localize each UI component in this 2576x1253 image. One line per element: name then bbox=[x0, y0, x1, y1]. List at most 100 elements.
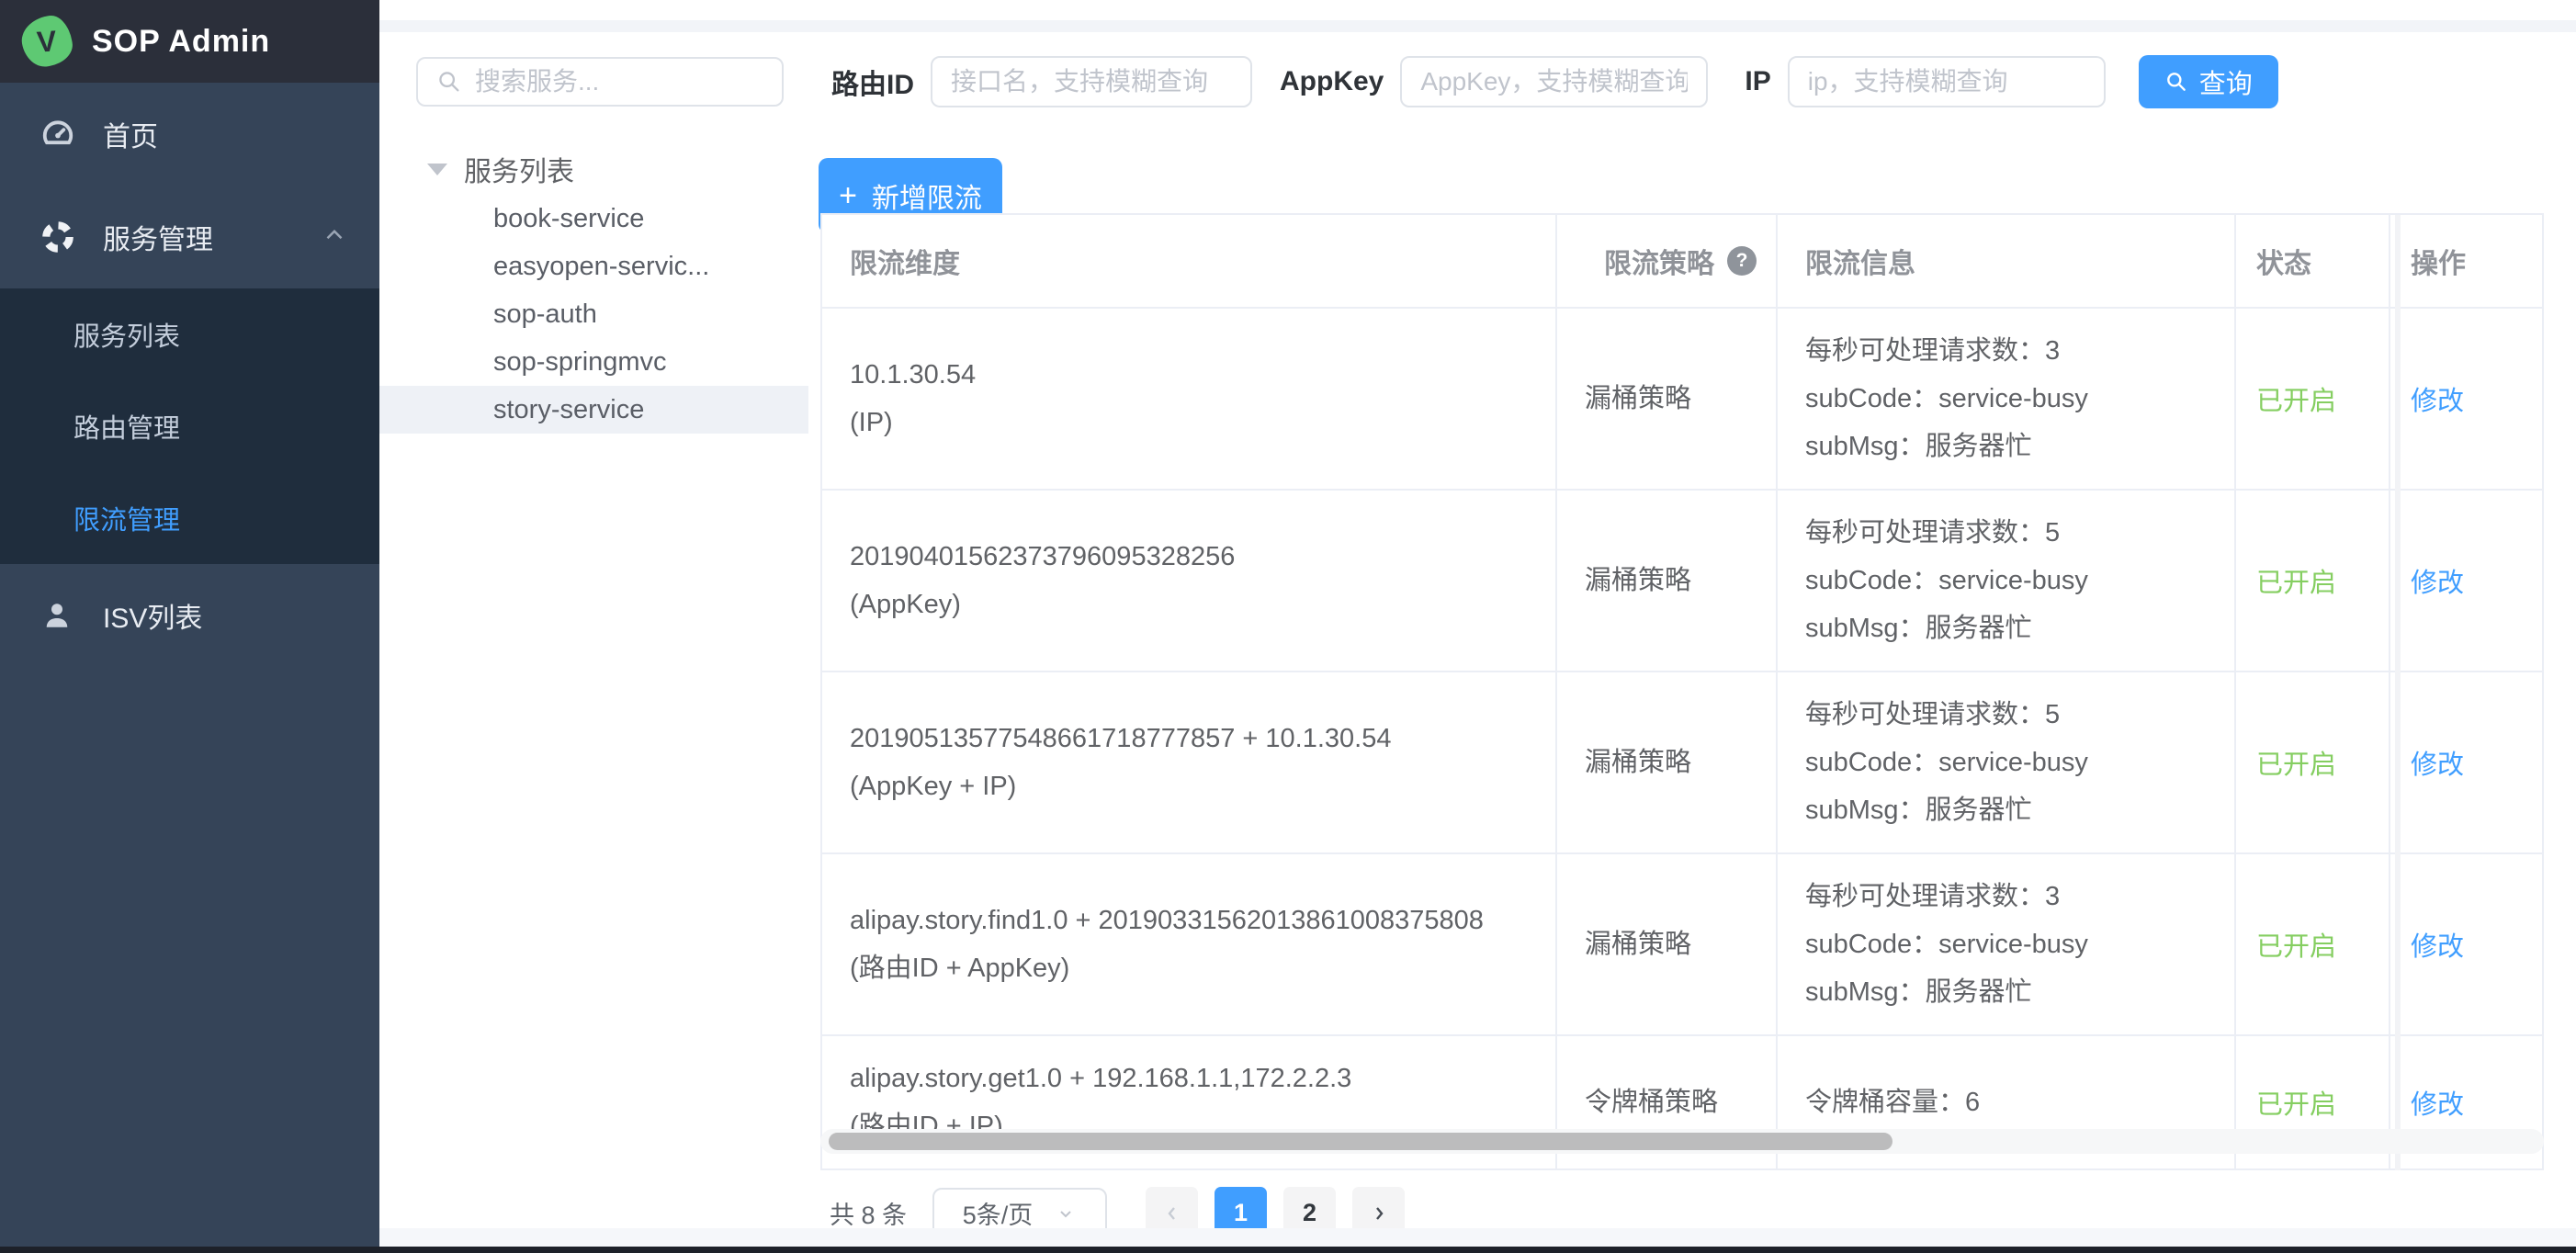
tree-root-node[interactable]: 服务列表 bbox=[427, 149, 574, 189]
app-title: SOP Admin bbox=[92, 24, 270, 60]
user-icon bbox=[40, 598, 75, 633]
status-badge: 已开启 bbox=[2256, 925, 2389, 964]
tree-root-label: 服务列表 bbox=[464, 149, 574, 189]
rate-limit-table: 限流维度 限流策略 ? 限流信息 状态 操作 10.1.30.54 (IP) 漏… bbox=[820, 213, 2544, 1170]
component-icon bbox=[40, 220, 75, 254]
edit-link[interactable]: 修改 bbox=[2411, 925, 2540, 964]
service-management-submenu: 服务列表 路由管理 限流管理 bbox=[0, 288, 379, 564]
tree-item-book-service[interactable]: book-service bbox=[379, 195, 808, 243]
ip-label: IP bbox=[1745, 66, 1770, 97]
limit-info-line: subMsg：服务器忙 bbox=[1805, 423, 2234, 470]
sidebar-item-service-management-label: 服务管理 bbox=[103, 217, 213, 257]
ip-input[interactable] bbox=[1788, 56, 2106, 107]
limit-info-line: 每秒可处理请求数：5 bbox=[1805, 509, 2234, 557]
route-id-label: 路由ID bbox=[831, 62, 914, 102]
appkey-input[interactable] bbox=[1400, 56, 1708, 107]
chevron-up-icon bbox=[321, 221, 348, 254]
limit-info-line: subCode：service-busy bbox=[1805, 557, 2234, 604]
tree-children: book-service easyopen-servic... sop-auth… bbox=[379, 195, 808, 434]
limit-info-line: subCode：service-busy bbox=[1805, 739, 2234, 786]
tree-item-sop-auth[interactable]: sop-auth bbox=[379, 290, 808, 338]
sidebar-item-service-list[interactable]: 服务列表 bbox=[0, 288, 379, 380]
sidebar-item-home[interactable]: 首页 bbox=[0, 83, 379, 186]
chevron-left-icon bbox=[1161, 1202, 1183, 1225]
limit-dimension-type: (AppKey + IP) bbox=[850, 762, 1555, 810]
limit-info-line: subMsg：服务器忙 bbox=[1805, 968, 2234, 1016]
sidebar-item-rate-limit-management[interactable]: 限流管理 bbox=[0, 472, 379, 564]
col-header-action: 操作 bbox=[2390, 215, 2540, 307]
limit-dimension: 20190513577548661718777857 + 10.1.30.54 bbox=[850, 715, 1555, 762]
app-logo: V bbox=[18, 13, 76, 71]
edit-link[interactable]: 修改 bbox=[2411, 379, 2540, 418]
route-id-input[interactable] bbox=[931, 56, 1252, 107]
pagination-total: 共 8 条 bbox=[830, 1195, 907, 1231]
limit-info-line: 每秒可处理请求数：3 bbox=[1805, 327, 2234, 375]
footer-band bbox=[379, 1228, 2576, 1247]
search-button[interactable]: 查询 bbox=[2139, 55, 2278, 108]
limit-dimension: alipay.story.get1.0 + 192.168.1.1,172.2.… bbox=[850, 1055, 1555, 1102]
status-badge: 已开启 bbox=[2256, 561, 2389, 600]
table-row: 10.1.30.54 (IP) 漏桶策略 每秒可处理请求数：3 subCode：… bbox=[822, 309, 2542, 491]
limit-info-line: subMsg：服务器忙 bbox=[1805, 786, 2234, 834]
col-header-dimension: 限流维度 bbox=[822, 215, 1557, 307]
col-header-status: 状态 bbox=[2236, 215, 2390, 307]
limit-strategy: 漏桶策略 bbox=[1585, 557, 1776, 604]
col-header-strategy: 限流策略 ? bbox=[1557, 215, 1778, 307]
table-row: alipay.story.find1.0 + 20190331562013861… bbox=[822, 854, 2542, 1036]
limit-strategy: 漏桶策略 bbox=[1585, 739, 1776, 786]
search-button-label: 查询 bbox=[2199, 62, 2253, 101]
limit-info-line: subMsg：服务器忙 bbox=[1805, 604, 2234, 652]
status-badge: 已开启 bbox=[2256, 743, 2389, 782]
limit-info-line: subCode：service-busy bbox=[1805, 920, 2234, 968]
appkey-label: AppKey bbox=[1280, 66, 1384, 97]
tree-item-sop-springmvc[interactable]: sop-springmvc bbox=[379, 338, 808, 386]
search-icon bbox=[436, 69, 462, 95]
limit-info-line: 每秒可处理请求数：5 bbox=[1805, 691, 2234, 739]
table-row: 20190401562373796095328256 (AppKey) 漏桶策略… bbox=[822, 491, 2542, 672]
sidebar-item-home-label: 首页 bbox=[103, 114, 158, 154]
sidebar-item-isv-label: ISV列表 bbox=[103, 595, 202, 636]
search-icon bbox=[2164, 70, 2188, 94]
tree-item-easyopen-service[interactable]: easyopen-servic... bbox=[379, 243, 808, 290]
limit-info-line: 每秒可处理请求数：3 bbox=[1805, 873, 2234, 920]
sidebar-item-service-management[interactable]: 服务管理 bbox=[0, 186, 379, 288]
sidebar-item-route-management[interactable]: 路由管理 bbox=[0, 380, 379, 472]
edit-link[interactable]: 修改 bbox=[2411, 1083, 2540, 1122]
chevron-down-icon bbox=[1055, 1202, 1077, 1225]
table-header-row: 限流维度 限流策略 ? 限流信息 状态 操作 bbox=[822, 215, 2542, 309]
status-badge: 已开启 bbox=[2256, 1083, 2389, 1122]
add-rate-limit-label: 新增限流 bbox=[872, 175, 982, 216]
limit-dimension: 10.1.30.54 bbox=[850, 351, 1555, 399]
service-search-box bbox=[416, 57, 784, 107]
limit-strategy: 漏桶策略 bbox=[1585, 920, 1776, 968]
edit-link[interactable]: 修改 bbox=[2411, 561, 2540, 600]
chevron-right-icon bbox=[1368, 1202, 1390, 1225]
scrollbar-thumb[interactable] bbox=[829, 1133, 1892, 1150]
bottom-edge-bar bbox=[0, 1247, 2576, 1253]
table-horizontal-scrollbar[interactable] bbox=[820, 1129, 2544, 1154]
app-logo-bar: V SOP Admin bbox=[0, 0, 379, 83]
sidebar-item-isv-list[interactable]: ISV列表 bbox=[0, 564, 379, 667]
edit-link[interactable]: 修改 bbox=[2411, 743, 2540, 782]
col-header-info: 限流信息 bbox=[1778, 215, 2236, 307]
plus-icon: + bbox=[839, 180, 857, 211]
help-icon[interactable]: ? bbox=[1727, 246, 1757, 276]
limit-dimension-type: (IP) bbox=[850, 399, 1555, 446]
service-search-input[interactable] bbox=[475, 67, 763, 96]
tree-item-story-service[interactable]: story-service bbox=[379, 386, 808, 434]
table-row: 20190513577548661718777857 + 10.1.30.54 … bbox=[822, 672, 2542, 854]
page-size-value: 5条/页 bbox=[963, 1195, 1034, 1231]
service-tree-panel: 服务列表 book-service easyopen-servic... sop… bbox=[379, 0, 808, 1247]
limit-dimension-type: (路由ID + AppKey) bbox=[850, 944, 1555, 992]
sidebar: V SOP Admin 首页 服务管理 服务列表 路由管理 限流管理 bbox=[0, 0, 379, 1247]
limit-strategy: 漏桶策略 bbox=[1585, 375, 1776, 423]
limit-dimension: 20190401562373796095328256 bbox=[850, 533, 1555, 581]
limit-info-line: subCode：service-busy bbox=[1805, 375, 2234, 423]
limit-info-line: 令牌桶容量：6 bbox=[1805, 1078, 2234, 1126]
limit-dimension-type: (AppKey) bbox=[850, 581, 1555, 628]
limit-dimension: alipay.story.find1.0 + 20190331562013861… bbox=[850, 897, 1555, 944]
limit-strategy: 令牌桶策略 bbox=[1585, 1078, 1776, 1126]
filter-bar: 路由ID AppKey IP 查询 bbox=[831, 55, 2278, 108]
fixed-column-divider bbox=[2395, 215, 2401, 1170]
main-content: 路由ID AppKey IP 查询 + 新增限流 限流维度 限流策略 ? 限流信… bbox=[808, 0, 2576, 1247]
